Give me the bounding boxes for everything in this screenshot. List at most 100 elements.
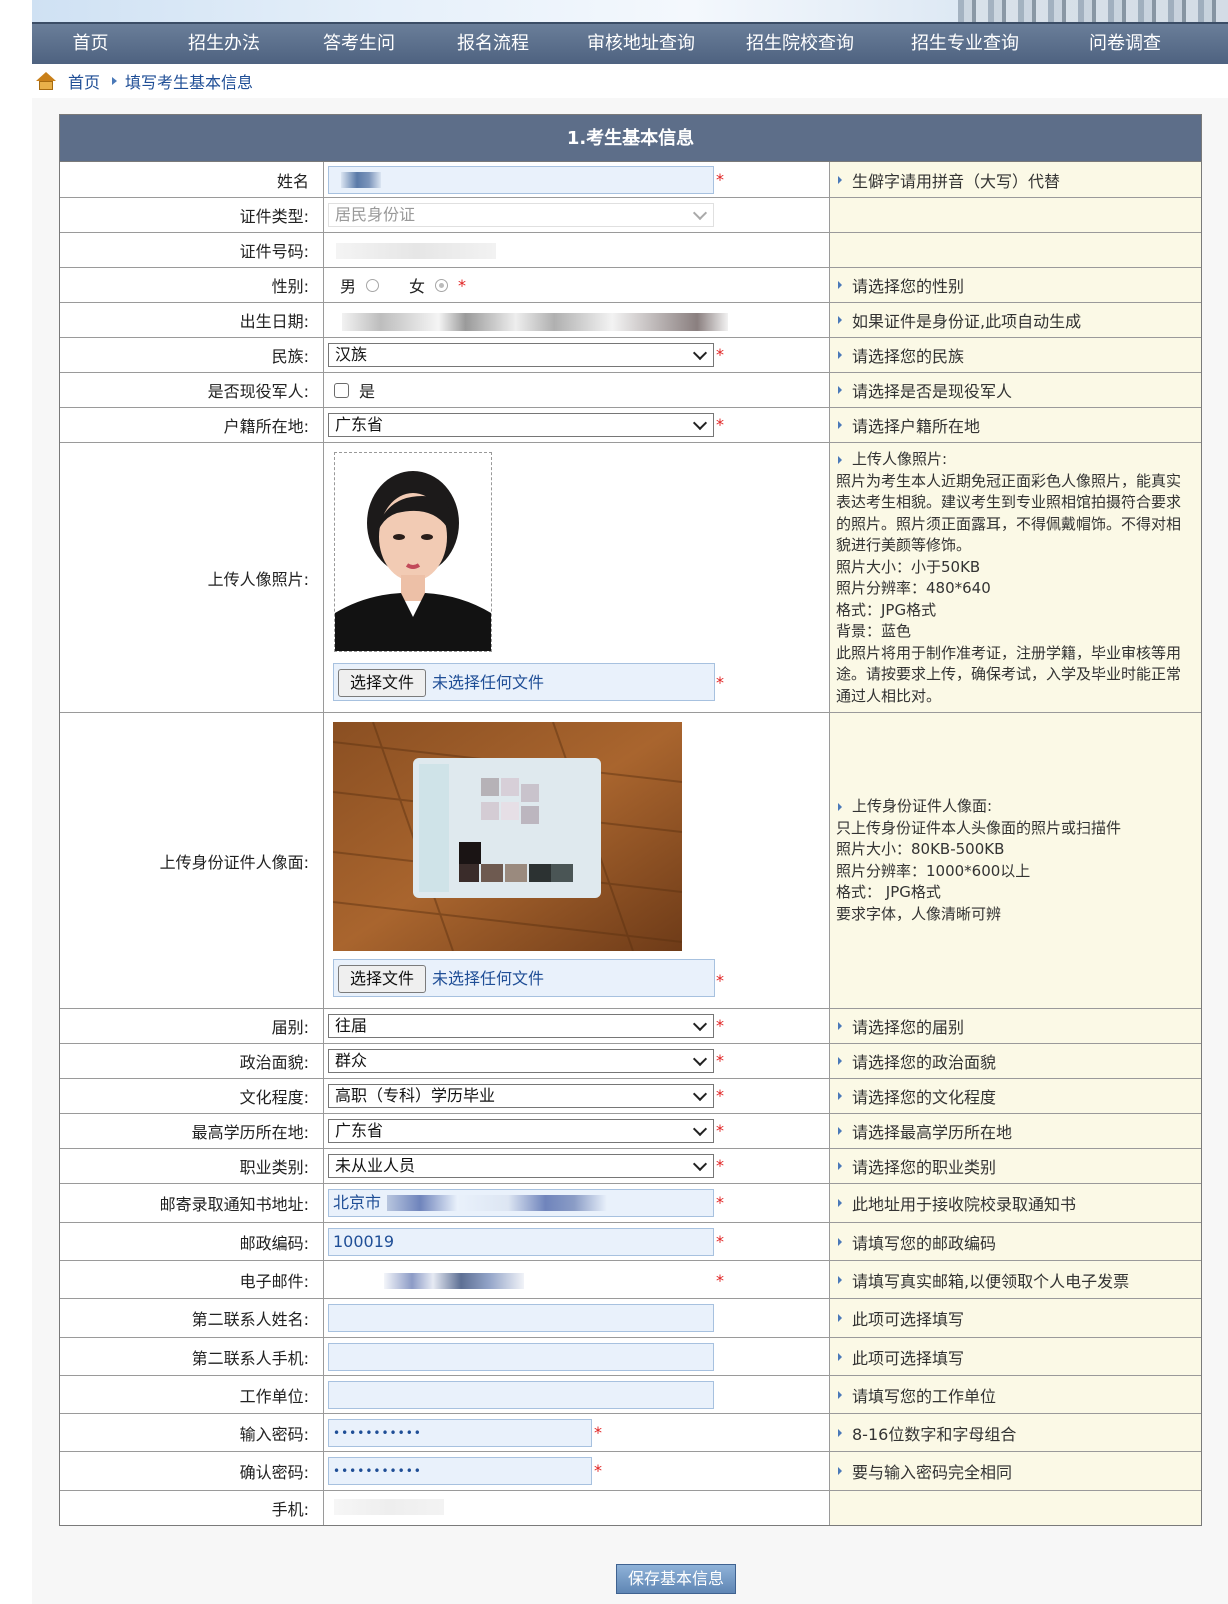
hint-mobile <box>830 1491 1201 1525</box>
household-select[interactable]: 广东省 <box>328 413 714 437</box>
row-contact2-phone: 第二联系人手机: 此项可选择填写 <box>60 1338 1201 1376</box>
idcard-choose-file-button[interactable]: 选择文件 <box>338 965 426 993</box>
required-mark: * <box>716 1121 724 1140</box>
label-address: 邮寄录取通知书地址: <box>60 1184 324 1222</box>
row-password-confirm: 确认密码: ••••••••••• * 要与输入密码完全相同 <box>60 1452 1201 1491</box>
password-input[interactable]: ••••••••••• <box>328 1419 592 1447</box>
password-confirm-input[interactable]: ••••••••••• <box>328 1457 592 1485</box>
chevron-down-icon <box>692 415 708 431</box>
postcode-input[interactable]: 100019 <box>328 1228 714 1256</box>
military-checkbox[interactable] <box>334 382 349 398</box>
save-basic-info-button[interactable]: 保存基本信息 <box>616 1564 736 1594</box>
gender-male-radio[interactable] <box>366 278 380 292</box>
gender-female-label: 女 <box>409 277 426 296</box>
redacted-id-number <box>336 243 496 259</box>
redacted-address <box>387 1195 607 1211</box>
portrait-photo-preview <box>334 452 492 652</box>
row-email: 电子邮件: * 请填写真实邮箱,以便领取个人电子发票 <box>60 1261 1201 1299</box>
nav-faq[interactable]: 答考生问 <box>299 24 419 64</box>
label-password: 输入密码: <box>60 1414 324 1451</box>
hint-arrow-icon <box>838 1467 842 1475</box>
label-gender: 性别: <box>60 268 324 302</box>
label-contact2-phone: 第二联系人手机: <box>60 1338 324 1375</box>
row-id-type: 证件类型: 居民身份证 <box>60 198 1201 233</box>
row-photo: 上传人像照片: 选择文件 未选择任何文件 * 上传人像照片: 照片为考生本人近期… <box>60 443 1201 713</box>
label-email: 电子邮件: <box>60 1261 324 1298</box>
hint-contact2-phone: 此项可选择填写 <box>830 1338 1201 1375</box>
required-mark: * <box>716 1232 724 1251</box>
photo-choose-file-button[interactable]: 选择文件 <box>338 669 426 697</box>
education-select[interactable]: 高职（专科）学历毕业 <box>328 1084 714 1108</box>
session-select[interactable]: 往届 <box>328 1014 714 1038</box>
row-mobile: 手机: <box>60 1491 1201 1525</box>
politics-select[interactable]: 群众 <box>328 1049 714 1073</box>
basic-info-panel: 1.考生基本信息 姓名 * 生僻字请用拼音（大写）代替 证件类型: 居民身份证 … <box>59 114 1202 1526</box>
hint-name: 生僻字请用拼音（大写）代替 <box>830 162 1201 197</box>
address-input[interactable]: 北京市 <box>328 1189 714 1217</box>
hint-arrow-icon <box>838 1314 842 1322</box>
occupation-select[interactable]: 未从业人员 <box>328 1154 714 1178</box>
page: 首页 招生办法 答考生问 报名流程 审核地址查询 招生院校查询 招生专业查询 问… <box>32 0 1228 1604</box>
required-mark: * <box>716 345 724 364</box>
label-postcode: 邮政编码: <box>60 1223 324 1260</box>
hint-arrow-icon <box>838 1390 842 1399</box>
required-mark: * <box>594 1423 602 1442</box>
label-photo: 上传人像照片: <box>60 443 324 712</box>
label-edu-place: 最高学历所在地: <box>60 1114 324 1148</box>
employer-input[interactable] <box>328 1381 714 1409</box>
label-politics: 政治面貌: <box>60 1044 324 1078</box>
row-id-number: 证件号码: <box>60 233 1201 268</box>
nav-signup-process[interactable]: 报名流程 <box>419 24 567 64</box>
hint-arrow-icon <box>838 1057 842 1065</box>
hint-arrow-icon <box>838 1275 842 1284</box>
idcard-file-input[interactable]: 选择文件 未选择任何文件 <box>333 959 715 997</box>
hint-photo-line-8: 格式：JPG格式 <box>836 600 937 619</box>
hint-arrow-icon <box>838 1237 842 1246</box>
row-contact2-name: 第二联系人姓名: 此项可选择填写 <box>60 1299 1201 1338</box>
breadcrumb-current[interactable]: 填写考生基本信息 <box>125 69 253 93</box>
photo-file-status: 未选择任何文件 <box>432 673 545 692</box>
hint-arrow-icon <box>838 1092 842 1100</box>
nav-admission-rules[interactable]: 招生办法 <box>149 24 299 64</box>
hint-arrow-icon <box>838 1352 842 1361</box>
ethnic-select[interactable]: 汉族 <box>328 343 714 367</box>
contact2-phone-input[interactable] <box>328 1343 714 1371</box>
chevron-down-icon <box>692 1016 708 1032</box>
nav-home[interactable]: 首页 <box>32 24 149 64</box>
label-employer: 工作单位: <box>60 1376 324 1413</box>
required-mark: * <box>716 971 724 990</box>
required-mark: * <box>716 1051 724 1070</box>
hint-arrow-icon <box>838 351 842 359</box>
nav-survey[interactable]: 问卷调查 <box>1045 24 1205 64</box>
label-birth: 出生日期: <box>60 303 324 337</box>
required-mark: * <box>716 1156 724 1175</box>
gender-female-radio[interactable] <box>435 278 449 292</box>
redacted-email <box>384 1273 524 1289</box>
hint-arrow-icon <box>838 1199 842 1207</box>
hint-employer: 请填写您的工作单位 <box>830 1376 1201 1413</box>
hint-arrow-icon <box>838 803 842 811</box>
hint-photo-line-4: 的照片。照片须正面露耳，不得佩戴帽饰。不得对相 <box>836 514 1182 533</box>
label-occupation: 职业类别: <box>60 1149 324 1183</box>
photo-file-input[interactable]: 选择文件 未选择任何文件 <box>333 663 715 701</box>
nav-school-search[interactable]: 招生院校查询 <box>715 24 885 64</box>
nav-major-search[interactable]: 招生专业查询 <box>885 24 1045 64</box>
id-type-select[interactable]: 居民身份证 <box>328 203 714 227</box>
label-ethnic: 民族: <box>60 338 324 372</box>
top-banner <box>32 0 1228 22</box>
name-input[interactable] <box>328 166 714 194</box>
contact2-name-input[interactable] <box>328 1304 714 1332</box>
hint-photo-line-3: 表达考生相貌。建议考生到专业照相馆拍摄符合要求 <box>836 493 1182 511</box>
row-postcode: 邮政编码: 100019 * 请填写您的邮政编码 <box>60 1223 1201 1261</box>
required-mark: * <box>716 1016 724 1035</box>
label-contact2-name: 第二联系人姓名: <box>60 1299 324 1337</box>
hint-photo-line-10: 此照片将用于制作准考证，注册学籍，毕业审核等用 <box>836 643 1182 662</box>
breadcrumb-home-link[interactable]: 首页 <box>68 69 100 93</box>
hint-session: 请选择您的届别 <box>830 1009 1201 1043</box>
hint-arrow-icon <box>838 1428 842 1437</box>
edu-place-select[interactable]: 广东省 <box>328 1119 714 1143</box>
nav-review-address[interactable]: 审核地址查询 <box>567 24 715 64</box>
hint-photo-line-7: 照片分辨率：480*640 <box>836 579 991 597</box>
required-mark: * <box>716 1193 724 1212</box>
chevron-down-icon <box>692 205 708 221</box>
